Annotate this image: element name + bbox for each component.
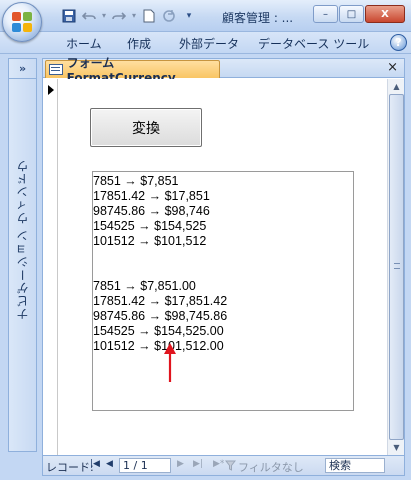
navigation-pane: » ナビゲーション ウィンドウ [8,58,37,452]
redo-icon[interactable] [110,7,128,24]
scroll-down-icon[interactable]: ▼ [389,440,404,455]
nav-pane-label[interactable]: ナビゲーション ウィンドウ [14,159,31,320]
office-button[interactable] [2,2,42,42]
output-line: 98745.86 → $98,746 [93,204,210,218]
document-close-button[interactable]: × [387,60,398,75]
first-record-button[interactable]: |◀ [90,459,100,469]
output-line: 7851 → $7,851.00 [93,279,196,293]
search-input[interactable]: 検索 [325,458,385,473]
output-line: 17851.42 → $17,851 [93,189,210,203]
title-bar: ▾ ▾ ▾ 顧客管理 : ... – □ X [0,0,411,32]
output-line: 154525 → $154,525 [93,219,207,233]
customize-icon[interactable]: ▾ [180,7,198,24]
output-line: 154525 → $154,525.00 [93,324,224,338]
minimize-button[interactable]: – [313,5,338,23]
tab-external-data[interactable]: 外部データ [179,35,239,52]
scroll-thumb[interactable] [389,94,404,440]
form-icon [49,64,63,75]
record-selector[interactable] [44,79,58,455]
convert-button[interactable]: 変換 [90,108,202,147]
scroll-up-icon[interactable]: ▲ [389,79,404,94]
maximize-button[interactable]: □ [339,5,364,23]
save-icon[interactable] [60,7,78,24]
previous-record-button[interactable]: ◀ [106,459,113,469]
output-line: 7851 → $7,851 [93,174,179,188]
output-line: 17851.42 → $17,851.42 [93,294,228,308]
refresh-icon[interactable] [160,7,178,24]
vertical-scrollbar[interactable]: ▲ ▼ [387,79,404,455]
record-label: レコード: [46,461,94,474]
form-document: フォームFormatCurrency × 変換 7851 → $7,851 17… [42,56,405,476]
red-arrow-annotation-icon [164,343,176,382]
record-number-field[interactable]: 1 / 1 [119,458,171,473]
tab-create[interactable]: 作成 [127,35,151,52]
record-navigation-bar: レコード: |◀ ◀ 1 / 1 ▶ ▶| ▶* フィルタなし 検索 [43,455,404,475]
form-body: 変換 7851 → $7,851 17851.42 → $17,851 9874… [58,79,385,455]
current-record-arrow-icon [48,85,54,95]
filter-status[interactable]: フィルタなし [238,459,304,475]
new-icon[interactable] [140,7,158,24]
output-textbox[interactable]: 7851 → $7,851 17851.42 → $17,851 98745.8… [92,171,354,411]
output-line: 101512 → $101,512.00 [93,339,224,353]
last-record-button[interactable]: ▶| [193,459,203,469]
output-line: 101512 → $101,512 [93,234,207,248]
nav-expand-button[interactable]: » [9,59,36,79]
ribbon-tabs: ホーム 作成 外部データ データベース ツール ? [0,32,411,54]
output-line: 98745.86 → $98,745.86 [93,309,228,323]
new-record-button[interactable]: ▶* [213,459,224,469]
help-icon[interactable]: ? [390,34,407,51]
tab-database-tools[interactable]: データベース ツール [258,35,369,52]
redo-dropdown-icon[interactable]: ▾ [130,7,138,24]
next-record-button[interactable]: ▶ [177,459,184,469]
close-button[interactable]: X [365,5,405,23]
quick-access-toolbar: ▾ ▾ ▾ [60,7,198,24]
grip-icon [394,263,400,269]
window-controls: – □ X [313,5,405,23]
filter-icon [225,460,236,471]
tab-form-formatcurrency[interactable]: フォームFormatCurrency [45,56,220,85]
office-logo-icon [12,12,33,33]
document-tab-bar: フォームFormatCurrency × [43,56,404,85]
undo-dropdown-icon[interactable]: ▾ [100,7,108,24]
undo-icon[interactable] [80,7,98,24]
window-title: 顧客管理 : ... [222,11,294,25]
tab-home[interactable]: ホーム [66,35,102,52]
